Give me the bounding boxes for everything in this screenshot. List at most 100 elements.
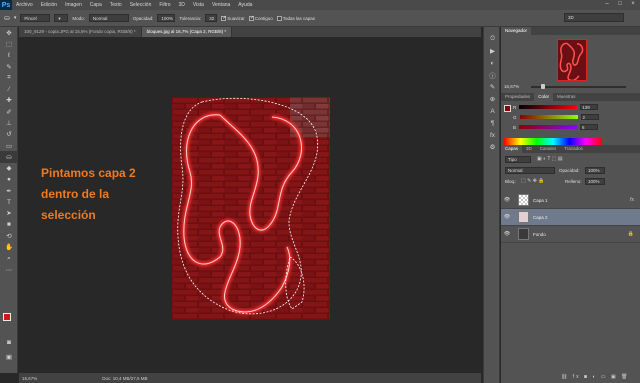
path-select-tool-icon[interactable]: ➤ bbox=[0, 208, 18, 219]
menu-imagen[interactable]: Imagen bbox=[61, 2, 86, 8]
doc-size[interactable]: Doc: 10,4 MB/27,5 MB bbox=[102, 376, 147, 381]
all-layers-checkbox[interactable]: Todas las capas bbox=[276, 15, 315, 21]
lasso-tool-icon[interactable]: ℓ bbox=[0, 50, 18, 61]
layer-name[interactable]: Capa 2 bbox=[533, 215, 548, 220]
navigator-preview[interactable] bbox=[557, 39, 587, 81]
foreground-color-chip[interactable] bbox=[504, 105, 511, 112]
trash-icon[interactable]: 🗑 bbox=[621, 374, 629, 380]
screen-mode-icon[interactable]: ▣ bbox=[0, 351, 18, 362]
tab-document-1[interactable]: 100_9129 - copia.JPG al 15,6% (Fondo cop… bbox=[19, 27, 142, 37]
link-layers-icon[interactable]: ⛓ bbox=[561, 374, 569, 380]
menu-ventana[interactable]: Ventana bbox=[208, 2, 234, 8]
close-button[interactable]: × bbox=[628, 1, 638, 8]
tab-paths[interactable]: Trazados bbox=[560, 145, 587, 153]
tab-3d[interactable]: 3D bbox=[522, 145, 536, 153]
menu-texto[interactable]: Texto bbox=[106, 2, 126, 8]
fill-input[interactable]: 100% bbox=[585, 178, 605, 185]
navigator-zoom-slider[interactable] bbox=[531, 86, 626, 88]
menu-archivo[interactable]: Archivo bbox=[12, 2, 37, 8]
menu-capa[interactable]: Capa bbox=[86, 2, 106, 8]
workspace-select[interactable]: 3D bbox=[564, 13, 624, 22]
red-slider[interactable] bbox=[519, 105, 578, 109]
layer-row[interactable]: 👁 Fondo 🔒 bbox=[501, 226, 640, 243]
tab-layers[interactable]: Capas bbox=[501, 145, 523, 153]
more-tools-icon[interactable]: ⋯ bbox=[0, 264, 18, 275]
quick-mask-icon[interactable]: ◙ bbox=[0, 337, 18, 348]
styles-icon[interactable]: fx bbox=[484, 129, 501, 141]
contiguous-checkbox[interactable]: Contiguo bbox=[248, 15, 273, 21]
blue-slider[interactable] bbox=[519, 125, 578, 129]
history-brush-tool-icon[interactable]: ↺ bbox=[0, 129, 18, 140]
canvas-area[interactable]: Pintamos capa 2 dentro de la selección bbox=[19, 37, 481, 373]
shape-tool-icon[interactable]: ■ bbox=[0, 219, 18, 230]
info-icon[interactable]: ⓘ bbox=[484, 69, 501, 81]
smooth-checkbox[interactable]: Suavizar bbox=[221, 15, 245, 21]
menu-filtro[interactable]: Filtro bbox=[155, 2, 174, 8]
chevron-down-icon[interactable]: ▾ bbox=[14, 15, 17, 21]
menu-seleccion[interactable]: Selección bbox=[126, 2, 156, 8]
tool-presets-icon[interactable]: ⚙ bbox=[484, 141, 501, 153]
paint-bucket-tool-icon[interactable]: ⛀ bbox=[0, 151, 18, 163]
hand-tool-icon[interactable]: ✋ bbox=[0, 242, 18, 253]
red-value-input[interactable]: 139 bbox=[580, 104, 599, 110]
foreground-color-swatch[interactable] bbox=[3, 313, 11, 321]
fill-source-select[interactable]: Pincel bbox=[20, 14, 51, 22]
layer-filter-select[interactable]: Tipo bbox=[505, 156, 531, 163]
slider-knob[interactable] bbox=[541, 84, 545, 89]
paint-bucket-icon[interactable]: ⛀ bbox=[4, 14, 10, 22]
paragraph-icon[interactable]: ¶ bbox=[484, 117, 501, 129]
layer-row[interactable]: 👁 Capa 2 bbox=[501, 209, 640, 226]
layer-row[interactable]: 👁 Capa 1 fx bbox=[501, 192, 640, 209]
visibility-eye-icon[interactable]: 👁 bbox=[501, 214, 513, 220]
layer-name[interactable]: Capa 1 bbox=[533, 198, 548, 203]
visibility-eye-icon[interactable]: 👁 bbox=[501, 197, 513, 203]
healing-tool-icon[interactable]: ✚ bbox=[0, 95, 18, 106]
marquee-tool-icon[interactable]: ⬚ bbox=[0, 38, 18, 49]
maximize-button[interactable]: □ bbox=[615, 1, 625, 8]
menu-vista[interactable]: Vista bbox=[189, 2, 208, 8]
type-tool-icon[interactable]: T bbox=[0, 196, 18, 207]
dodge-tool-icon[interactable]: ● bbox=[0, 174, 18, 185]
tab-properties[interactable]: Propiedades bbox=[501, 93, 534, 101]
clone-source-icon[interactable]: ⊕ bbox=[484, 93, 501, 105]
actions-icon[interactable]: ▶ bbox=[484, 45, 501, 57]
group-icon[interactable]: ▭ bbox=[601, 374, 608, 380]
blur-tool-icon[interactable]: ◆ bbox=[0, 163, 18, 174]
document-canvas[interactable] bbox=[172, 97, 330, 320]
history-icon[interactable]: ⏲ bbox=[484, 33, 501, 45]
tab-navigator[interactable]: Navegador bbox=[501, 27, 532, 35]
green-slider[interactable] bbox=[519, 115, 578, 119]
brush-presets-icon[interactable]: ✎ bbox=[484, 81, 501, 93]
fx-icon[interactable]: fx bbox=[573, 374, 581, 380]
tab-swatches[interactable]: Muestras bbox=[553, 93, 580, 101]
clone-stamp-tool-icon[interactable]: ⊥ bbox=[0, 117, 18, 128]
zoom-level[interactable]: 16,67% bbox=[22, 376, 37, 381]
layer-fx-icon[interactable]: fx bbox=[630, 197, 634, 203]
adjustment-icon[interactable]: ◐ bbox=[592, 374, 597, 380]
mode-select[interactable]: Normal bbox=[88, 14, 129, 22]
navigator-zoom[interactable]: 16,67% bbox=[504, 84, 519, 89]
pen-tool-icon[interactable]: ✒ bbox=[0, 185, 18, 196]
quick-select-tool-icon[interactable]: ✎ bbox=[0, 61, 18, 72]
menu-edicion[interactable]: Edición bbox=[37, 2, 61, 8]
crop-tool-icon[interactable]: ⌗ bbox=[0, 72, 18, 83]
brush-tool-icon[interactable]: ✐ bbox=[0, 106, 18, 117]
opacity-input[interactable]: 100% bbox=[157, 14, 176, 22]
tolerance-input[interactable]: 32 bbox=[205, 14, 218, 22]
menu-ayuda[interactable]: Ayuda bbox=[234, 2, 256, 8]
zoom-tool-icon[interactable]: ⌕ bbox=[0, 253, 18, 264]
lock-icons[interactable]: ⬚ ✎ ✥ 🔒 bbox=[521, 178, 545, 184]
eyedropper-tool-icon[interactable]: ⁄ bbox=[0, 83, 18, 94]
adjustments-icon[interactable]: ◐ bbox=[484, 57, 501, 69]
tab-channels[interactable]: Canales bbox=[536, 145, 561, 153]
pattern-select[interactable]: ▾ bbox=[54, 14, 69, 22]
new-layer-icon[interactable]: ▣ bbox=[611, 374, 618, 380]
tab-color[interactable]: Color bbox=[534, 93, 554, 101]
3d-tool-icon[interactable]: ⟲ bbox=[0, 230, 18, 241]
menu-3d[interactable]: 3D bbox=[175, 2, 189, 8]
visibility-eye-icon[interactable]: 👁 bbox=[501, 231, 513, 237]
green-value-input[interactable]: 2 bbox=[580, 114, 599, 120]
minimize-button[interactable]: – bbox=[602, 1, 612, 8]
blend-mode-select[interactable]: Normal bbox=[505, 167, 555, 174]
blue-value-input[interactable]: 6 bbox=[580, 124, 599, 130]
